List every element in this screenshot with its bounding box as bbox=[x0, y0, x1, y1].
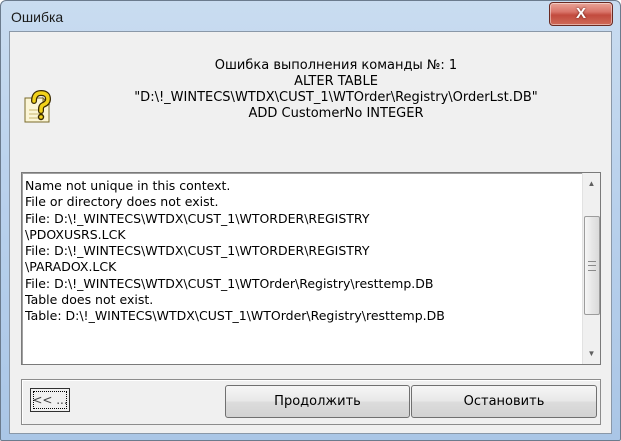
dialog-title: Ошибка bbox=[11, 9, 64, 25]
log-line: Table: D:\!_WINTECS\WTDX\CUST_1\WTOrder\… bbox=[25, 308, 445, 324]
close-button[interactable]: X bbox=[549, 2, 613, 26]
message-line: "D:\!_WINTECS\WTDX\CUST_1\WTOrder\Regist… bbox=[134, 90, 538, 105]
log-line: File or directory does not exist. bbox=[25, 194, 219, 210]
message-line: ADD CustomerNo INTEGER bbox=[248, 106, 424, 121]
message-line: ALTER TABLE bbox=[294, 74, 378, 89]
continue-button[interactable]: Продолжить bbox=[225, 385, 410, 418]
title-bar[interactable]: Ошибка X bbox=[1, 1, 620, 31]
log-line: \PARADOX.LCK bbox=[25, 259, 117, 275]
log-line: File: D:\!_WINTECS\WTDX\CUST_1\WTORDER\R… bbox=[25, 243, 370, 259]
error-log-textbox[interactable]: Name not unique in this context. File or… bbox=[21, 172, 601, 365]
scroll-down-icon[interactable]: ▼ bbox=[583, 345, 600, 362]
log-content: Name not unique in this context. File or… bbox=[25, 178, 577, 325]
vertical-scrollbar[interactable]: ▲ ▼ bbox=[582, 173, 600, 364]
log-line: File: D:\!_WINTECS\WTDX\CUST_1\WTOrder\R… bbox=[25, 275, 434, 291]
error-message: Ошибка выполнения команды №: 1 ALTER TAB… bbox=[66, 58, 606, 122]
dialog-body: Ошибка выполнения команды №: 1 ALTER TAB… bbox=[9, 31, 612, 434]
error-dialog: Ошибка X Ошибка выполнения команды №: 1 bbox=[0, 0, 621, 441]
scrollbar-thumb[interactable] bbox=[584, 216, 600, 315]
scroll-up-icon[interactable]: ▲ bbox=[583, 175, 600, 192]
button-panel: << ... Продолжить Остановить bbox=[21, 379, 601, 425]
log-line: Name not unique in this context. bbox=[25, 178, 231, 193]
log-line: Table does not exist. bbox=[25, 292, 154, 308]
log-line: \PDOXUSRS.LCK bbox=[25, 226, 126, 242]
question-icon bbox=[21, 89, 57, 124]
message-line: Ошибка выполнения команды №: 1 bbox=[214, 58, 458, 73]
close-icon: X bbox=[575, 5, 586, 22]
stop-button[interactable]: Остановить bbox=[411, 385, 597, 418]
log-line: File: D:\!_WINTECS\WTDX\CUST_1\WTORDER\R… bbox=[25, 210, 370, 226]
details-toggle-button[interactable]: << ... bbox=[30, 388, 70, 412]
grip-icon bbox=[588, 261, 596, 271]
